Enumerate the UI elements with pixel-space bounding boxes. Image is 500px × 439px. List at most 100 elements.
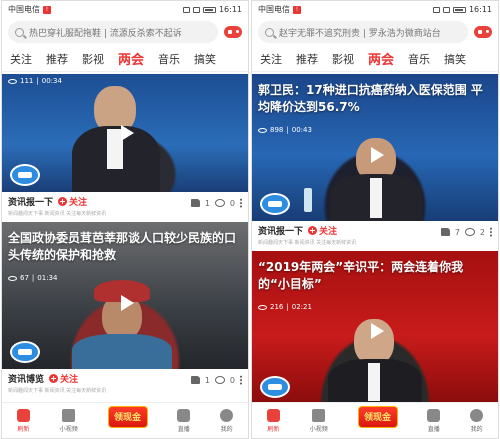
nav-label: 刷新 [267,425,280,433]
nav-label: 小视频 [59,425,78,433]
like-count: 7 [454,227,460,237]
tab-funny[interactable]: 搞笑 [444,51,466,67]
refresh-icon [266,408,280,422]
tab-follow[interactable]: 关注 [10,51,32,67]
clock: 16:11 [218,5,242,14]
nav-live[interactable]: 直播 [427,408,441,433]
short-video-icon [62,408,76,422]
follow-label: 关注 [60,375,79,385]
more-icon[interactable] [240,198,242,208]
tab-funny[interactable]: 搞笑 [194,51,216,67]
video-meta: 898 | 00:43 [258,126,312,134]
clock: 16:11 [468,5,492,14]
battery-icon [202,6,216,13]
nav-label: 小视频 [309,425,328,433]
more-icon[interactable] [490,227,492,237]
nav-short-video[interactable]: 小视频 [309,408,328,433]
card-info: 资讯报一下 关注 新闻趣闻天下事 新闻资讯 关注每天新鲜资讯 7 2 [252,221,498,249]
nav-profile[interactable]: 我的 [220,408,234,433]
channel-name[interactable]: 资讯报一下 [258,224,303,237]
tab-recommend[interactable]: 推荐 [46,51,68,67]
nav-label: 刷新 [17,425,30,433]
live-icon [177,408,191,422]
status-bar: 中国电信 ! 16:11 [2,1,248,18]
views-icon [8,275,17,281]
tab-music[interactable]: 音乐 [408,51,430,67]
channel-name[interactable]: 资讯博览 [8,372,44,385]
tab-music[interactable]: 音乐 [158,51,180,67]
plus-icon [308,226,318,235]
like-icon[interactable] [440,228,450,236]
comment-icon[interactable] [214,376,225,384]
video-meta: 111 | 00:34 [8,77,62,85]
search-input[interactable]: 热巴穿礼服配拖鞋 | 流源反杀索不起诉 [8,21,218,43]
search-icon [15,27,24,37]
nav-refresh[interactable]: 刷新 [16,408,30,433]
nav-cash[interactable]: 领现金 [357,405,398,428]
profile-icon [470,408,484,422]
video-meta: 216 | 02:21 [258,303,312,311]
nav-live[interactable]: 直播 [177,408,191,433]
video-card: “2019年两会”辛识平：两会连着你我的“小目标” 216 | 02:21 [252,251,498,404]
nav-profile[interactable]: 我的 [470,408,484,433]
follow-button[interactable]: 关注 [308,224,337,237]
nav-cash[interactable]: 领现金 [107,405,148,428]
carrier-label: 中国电信 [258,5,290,14]
channel-logo-icon [10,164,40,186]
views-icon [258,304,267,310]
tab-recommend[interactable]: 推荐 [296,51,318,67]
video-card: 全国政协委员茸芭莘那谈人口较少民族的口头传统的保护和抢救 67 | 01:34 … [2,222,248,397]
short-video-icon [312,408,326,422]
channel-name[interactable]: 资讯报一下 [8,195,53,208]
bottom-nav: 刷新 小视频 领现金 直播 我的 [252,402,498,438]
channel-logo-icon [260,193,290,215]
live-icon [427,408,441,422]
duration: 02:21 [291,303,312,311]
tab-two-sessions[interactable]: 两会 [368,49,394,68]
play-button[interactable] [110,118,140,148]
duration: 00:34 [41,77,62,85]
cash-icon: 领现金 [357,405,398,428]
follow-button[interactable]: 关注 [58,195,87,208]
channel-subline: 新闻趣闻天下事 新闻资讯 关注每天新鲜资讯 [8,211,107,217]
play-button[interactable] [360,316,390,346]
nav-refresh[interactable]: 刷新 [266,408,280,433]
signal-icon [432,6,440,13]
video-thumbnail[interactable]: 郭卫民：17种进口抗癌药纳入医保范围 平均降价达到56.7% 898 | 00:… [252,74,498,221]
more-icon[interactable] [240,375,242,385]
notification-icon: ! [293,5,301,14]
comment-icon[interactable] [214,199,225,207]
game-controller-icon[interactable] [474,26,492,38]
tab-follow[interactable]: 关注 [260,51,282,67]
video-card: 111 | 00:34 资讯报一下 关注 新闻趣闻天下事 新闻资讯 关注每天新鲜… [2,74,248,220]
play-button[interactable] [360,140,390,170]
video-thumbnail[interactable]: 111 | 00:34 [2,74,248,192]
tab-film[interactable]: 影视 [82,51,104,67]
views-icon [258,127,267,133]
channel-logo-icon [260,376,290,398]
game-controller-icon[interactable] [224,26,242,38]
card-info: 资讯博览 关注 新闻趣闻天下事 新闻资讯 关注每天新鲜资讯 1 0 [2,369,248,397]
view-count: 111 [20,77,34,85]
search-input[interactable]: 赵宇无罪不追究刑责 | 罗永浩为微商站台 [258,21,468,43]
like-icon[interactable] [190,376,200,384]
profile-icon [220,408,234,422]
nav-label: 我的 [470,425,483,433]
comment-icon[interactable] [464,228,475,236]
tab-film[interactable]: 影视 [332,51,354,67]
video-thumbnail[interactable]: “2019年两会”辛识平：两会连着你我的“小目标” 216 | 02:21 [252,251,498,404]
tab-two-sessions[interactable]: 两会 [118,49,144,68]
nav-label: 直播 [177,425,190,433]
like-icon[interactable] [190,199,200,207]
play-button[interactable] [110,288,140,318]
view-count: 898 [270,126,284,134]
nav-short-video[interactable]: 小视频 [59,408,78,433]
comment-count: 0 [229,198,235,208]
nav-label: 我的 [220,425,233,433]
nav-label: 直播 [427,425,440,433]
video-thumbnail[interactable]: 全国政协委员茸芭莘那谈人口较少民族的口头传统的保护和抢救 67 | 01:34 [2,222,248,369]
follow-label: 关注 [69,198,88,208]
follow-button[interactable]: 关注 [49,372,78,385]
follow-label: 关注 [319,227,338,237]
card-info: 资讯报一下 关注 新闻趣闻天下事 新闻资讯 关注每天新鲜资讯 1 0 [2,192,248,220]
